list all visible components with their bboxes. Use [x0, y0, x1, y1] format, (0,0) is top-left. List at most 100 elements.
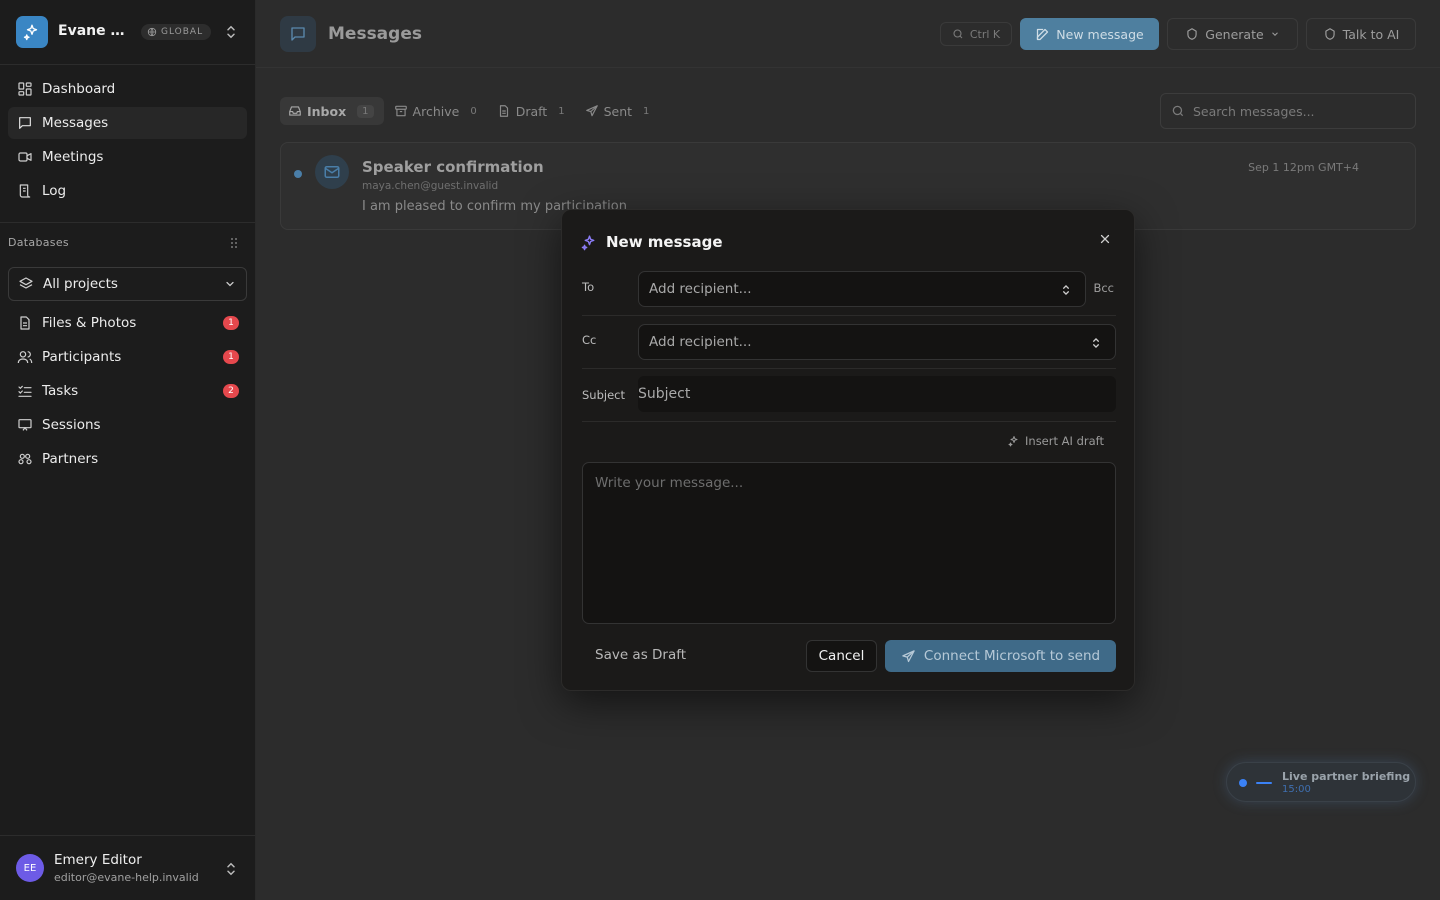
nav-item-dashboard[interactable]: Dashboard — [8, 73, 247, 105]
avatar: EE — [16, 854, 44, 882]
insert-ai-draft-button[interactable]: Insert AI draft — [1008, 434, 1104, 448]
tab-sent[interactable]: Sent 1 — [577, 97, 660, 125]
recipient-placeholder: Add recipient... — [649, 334, 752, 350]
send-label: Connect Microsoft to send — [923, 648, 1101, 664]
insert-ai-label: Insert AI draft — [1025, 434, 1104, 448]
sparkle-icon — [1008, 436, 1018, 447]
globe-icon — [147, 27, 157, 37]
archive-icon — [394, 105, 407, 117]
cc-recipient-select[interactable]: Add recipient... — [638, 324, 1116, 360]
message-subject: Speaker confirmation — [362, 158, 544, 176]
checklist-icon — [18, 385, 32, 397]
sidebar-item-label: Tasks — [42, 383, 79, 399]
new-message-label: New message — [1056, 26, 1144, 42]
workspace-name: Evane Help — [58, 23, 136, 39]
live-briefing-widget[interactable]: Live partner briefing 15:00 — [1226, 762, 1416, 802]
user-email: editor@evane-help.invalid — [54, 871, 199, 884]
divider — [582, 315, 1116, 316]
file-icon — [499, 105, 508, 117]
sidebar-item-files-photos[interactable]: Files & Photos 1 — [8, 307, 247, 339]
generate-button[interactable]: Generate — [1167, 18, 1298, 50]
users-icon — [17, 351, 33, 364]
project-selector[interactable]: All projects — [8, 267, 247, 301]
talk-to-ai-button[interactable]: Talk to AI — [1306, 18, 1416, 50]
message-icon — [19, 117, 31, 129]
search-placeholder: Search messages... — [1193, 103, 1315, 119]
workspace-scope-badge: GLOBAL — [141, 24, 212, 40]
tab-count: 0 — [470, 105, 477, 117]
close-icon[interactable] — [1096, 230, 1114, 248]
sparkle-icon — [581, 235, 595, 251]
tab-archive[interactable]: Archive 0 — [386, 97, 487, 125]
talk-ai-label: Talk to AI — [1342, 26, 1400, 42]
sidebar-item-sessions[interactable]: Sessions — [8, 409, 247, 441]
workspace-logo-icon — [16, 16, 48, 48]
tab-draft[interactable]: Draft 1 — [489, 97, 575, 125]
search-icon — [953, 29, 963, 39]
cancel-button[interactable]: Cancel — [806, 640, 877, 672]
recipient-placeholder: Add recipient... — [649, 281, 752, 297]
sidebar-divider — [0, 222, 255, 223]
send-icon — [585, 105, 598, 117]
live-time: 15:00 — [1282, 784, 1311, 795]
count-badge: 1 — [223, 316, 239, 330]
tab-inbox[interactable]: Inbox 1 — [280, 97, 384, 125]
subject-label: Subject — [582, 388, 625, 402]
tab-label: Archive — [412, 103, 460, 119]
project-selector-label: All projects — [43, 276, 118, 292]
to-recipient-select[interactable]: Add recipient... — [638, 271, 1086, 307]
user-menu[interactable]: EE Emery Editor editor@evane-help.invali… — [0, 835, 255, 900]
workspace-switcher[interactable]: Evane Help GLOBAL — [0, 0, 255, 65]
body-placeholder: Write your message... — [595, 475, 744, 491]
chevrons-up-down-icon[interactable] — [222, 23, 240, 41]
bcc-toggle[interactable]: Bcc — [1093, 281, 1114, 295]
save-draft-button[interactable]: Save as Draft — [595, 647, 686, 663]
tab-count: 1 — [357, 104, 374, 118]
nav-item-label: Messages — [42, 115, 109, 131]
message-search-input[interactable]: Search messages... — [1160, 93, 1416, 129]
cc-label: Cc — [582, 333, 597, 347]
tab-count: 1 — [643, 105, 650, 117]
chevron-down-icon — [1271, 32, 1278, 36]
subject-input[interactable]: Subject — [638, 376, 1116, 412]
divider — [582, 368, 1116, 369]
divider — [582, 421, 1116, 422]
sidebar-item-partners[interactable]: Partners — [8, 443, 247, 475]
nav-item-label: Log — [42, 183, 67, 199]
ai-icon — [1324, 28, 1335, 40]
sidebar-item-participants[interactable]: Participants 1 — [8, 341, 247, 373]
message-body-textarea[interactable]: Write your message... — [582, 462, 1116, 624]
send-icon — [902, 649, 915, 662]
sidebar-item-label: Participants — [42, 349, 122, 365]
sidebar-item-label: Files & Photos — [42, 315, 137, 331]
shortcut-label: Ctrl K — [969, 27, 1001, 41]
chevrons-up-down-icon — [1093, 338, 1099, 348]
sidebar: Evane Help GLOBAL Dashboard Messages Mee… — [0, 0, 256, 900]
live-bar-icon — [1256, 782, 1272, 784]
chevrons-up-down-icon[interactable] — [222, 860, 240, 878]
video-icon — [18, 152, 32, 162]
dialog-title: New message — [606, 233, 723, 251]
ai-icon — [1187, 28, 1197, 40]
live-indicator — [1239, 779, 1247, 787]
connect-microsoft-send-button[interactable]: Connect Microsoft to send — [885, 640, 1116, 672]
messages-page-icon — [280, 16, 316, 52]
new-message-button[interactable]: New message — [1020, 18, 1159, 50]
sidebar-item-label: Sessions — [42, 417, 101, 433]
nav-item-log[interactable]: Log — [8, 175, 247, 207]
chevrons-up-down-icon — [1063, 285, 1069, 295]
sidebar-item-tasks[interactable]: Tasks 2 — [8, 375, 247, 407]
inbox-icon — [289, 106, 301, 116]
sidebar-item-label: Partners — [42, 451, 99, 467]
to-label: To — [582, 280, 595, 294]
command-search-button[interactable]: Ctrl K — [940, 22, 1012, 46]
grip-icon[interactable] — [229, 237, 239, 249]
workspace-badge-label: GLOBAL — [161, 27, 204, 37]
log-icon — [19, 184, 31, 198]
nav-item-messages[interactable]: Messages — [8, 107, 247, 139]
nav-item-meetings[interactable]: Meetings — [8, 141, 247, 173]
databases-section-label: Databases — [8, 236, 69, 249]
message-timestamp: Sep 1 12pm GMT+4 — [1248, 161, 1359, 174]
tab-label: Draft — [515, 103, 548, 119]
unread-indicator — [294, 170, 302, 178]
